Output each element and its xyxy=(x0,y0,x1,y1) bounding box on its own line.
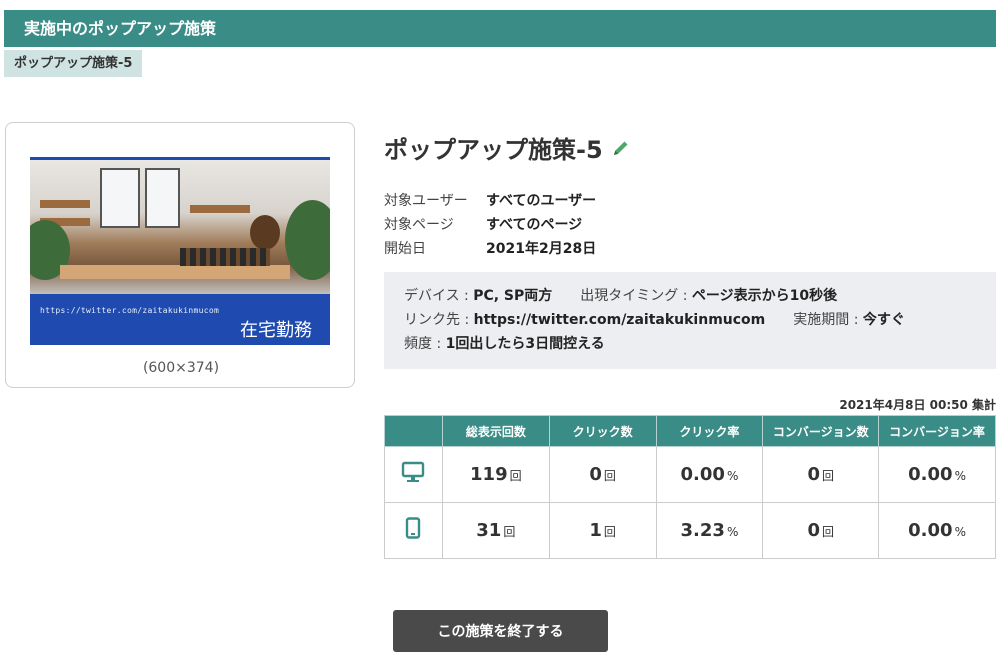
device-value: PC, SP両方 xyxy=(473,288,553,304)
link-label: リンク先 : xyxy=(404,312,474,328)
rate-unit: % xyxy=(954,525,966,539)
impressions-cell: 31 回 xyxy=(441,502,550,559)
timing-value: ページ表示から10秒後 xyxy=(691,288,838,304)
table-row: 31 回 1回 3.23% 0回 0.00% xyxy=(384,502,996,559)
stats-header-row: 総表示回数 クリック数 クリック率 コンバージョン数 コンバージョン率 xyxy=(384,415,996,447)
header-ctr: クリック率 xyxy=(655,415,764,447)
end-campaign-button[interactable]: この施策を終了する xyxy=(393,610,608,652)
popup-banner-image[interactable]: https://twitter.com/zaitakukinmucom 在宅勤務 xyxy=(30,157,330,345)
table-row: 119 回 0回 0.00% 0回 0.00% xyxy=(384,446,996,503)
campaign-tab[interactable]: ポップアップ施策-5 xyxy=(4,50,143,77)
rate-unit: % xyxy=(726,525,739,539)
device-label: デバイス : xyxy=(404,288,474,304)
banner-url-text: https://twitter.com/zaitakukinmucom xyxy=(40,306,220,315)
count-unit: 回 xyxy=(822,525,835,539)
device-cell xyxy=(384,446,443,503)
target-user-label: 対象ユーザー xyxy=(384,193,468,209)
target-page-label: 対象ページ xyxy=(384,217,454,233)
impressions-value: 119 xyxy=(470,464,508,485)
cvr-cell: 0.00% xyxy=(878,502,996,559)
campaign-title: ポップアップ施策-5 xyxy=(384,130,631,165)
start-date-value: 2021年2月28日 xyxy=(486,241,597,257)
clicks-value: 0 xyxy=(589,464,602,485)
header-cvr: コンバージョン率 xyxy=(878,415,996,447)
stats-table: 総表示回数 クリック数 クリック率 コンバージョン数 コンバージョン率 119 回… xyxy=(384,415,996,559)
smartphone-icon xyxy=(406,517,421,539)
clicks-cell: 0回 xyxy=(548,446,657,503)
conversions-cell: 0回 xyxy=(762,502,880,559)
frequency-label: 頻度 : xyxy=(404,336,446,352)
period-value: 今すぐ xyxy=(862,312,905,328)
conversions-value: 0 xyxy=(807,464,820,485)
header-impressions: 総表示回数 xyxy=(441,415,550,447)
ctr-value: 3.23 xyxy=(680,520,725,541)
target-page-row: 対象ページ すべてのページ xyxy=(384,214,582,234)
rate-unit: % xyxy=(954,469,966,483)
header-clicks: クリック数 xyxy=(548,415,657,447)
header-device xyxy=(384,415,443,447)
cafe-photo xyxy=(30,160,330,294)
frequency-value: 1回出したら3日間控える xyxy=(445,336,605,352)
conversions-cell: 0回 xyxy=(762,446,880,503)
count-unit: 回 xyxy=(503,525,516,539)
clicks-value: 1 xyxy=(589,520,602,541)
target-page-value: すべてのページ xyxy=(486,217,583,233)
count-unit: 回 xyxy=(509,469,522,483)
rate-unit: % xyxy=(726,469,739,483)
aggregation-timestamp: 2021年4月8日 00:50 集計 xyxy=(839,398,996,412)
ctr-cell: 3.23% xyxy=(655,502,764,559)
impressions-cell: 119 回 xyxy=(441,446,550,503)
ctr-value: 0.00 xyxy=(680,464,725,485)
link-value: https://twitter.com/zaitakukinmucom xyxy=(473,312,766,328)
count-unit: 回 xyxy=(822,469,835,483)
page-header: 実施中のポップアップ施策 xyxy=(4,10,996,47)
clicks-cell: 1回 xyxy=(548,502,657,559)
target-user-row: 対象ユーザー すべてのユーザー xyxy=(384,190,596,210)
count-unit: 回 xyxy=(603,469,616,483)
image-size-label: (600×374) xyxy=(142,360,220,376)
campaign-detail-box: デバイス : PC, SP両方 出現タイミング : ページ表示から10秒後 リンク… xyxy=(384,272,996,369)
pencil-icon[interactable] xyxy=(611,138,631,158)
device-cell xyxy=(384,502,443,559)
start-date-label: 開始日 xyxy=(384,241,426,257)
desktop-icon xyxy=(402,461,425,482)
banner-title-text: 在宅勤務 xyxy=(240,320,312,341)
start-date-row: 開始日 2021年2月28日 xyxy=(384,238,596,258)
banner-strip: https://twitter.com/zaitakukinmucom 在宅勤務 xyxy=(30,294,330,345)
count-unit: 回 xyxy=(603,525,616,539)
impressions-value: 31 xyxy=(476,520,502,541)
campaign-title-text: ポップアップ施策-5 xyxy=(384,136,603,164)
conversions-value: 0 xyxy=(807,520,820,541)
header-conversions: コンバージョン数 xyxy=(762,415,880,447)
cvr-value: 0.00 xyxy=(908,520,953,541)
ctr-cell: 0.00% xyxy=(655,446,764,503)
timing-label: 出現タイミング : xyxy=(580,288,692,304)
period-label: 実施期間 : xyxy=(793,312,863,328)
cvr-cell: 0.00% xyxy=(878,446,996,503)
popup-preview-card: https://twitter.com/zaitakukinmucom 在宅勤務… xyxy=(5,122,355,388)
target-user-value: すべてのユーザー xyxy=(486,193,597,209)
cvr-value: 0.00 xyxy=(908,464,953,485)
